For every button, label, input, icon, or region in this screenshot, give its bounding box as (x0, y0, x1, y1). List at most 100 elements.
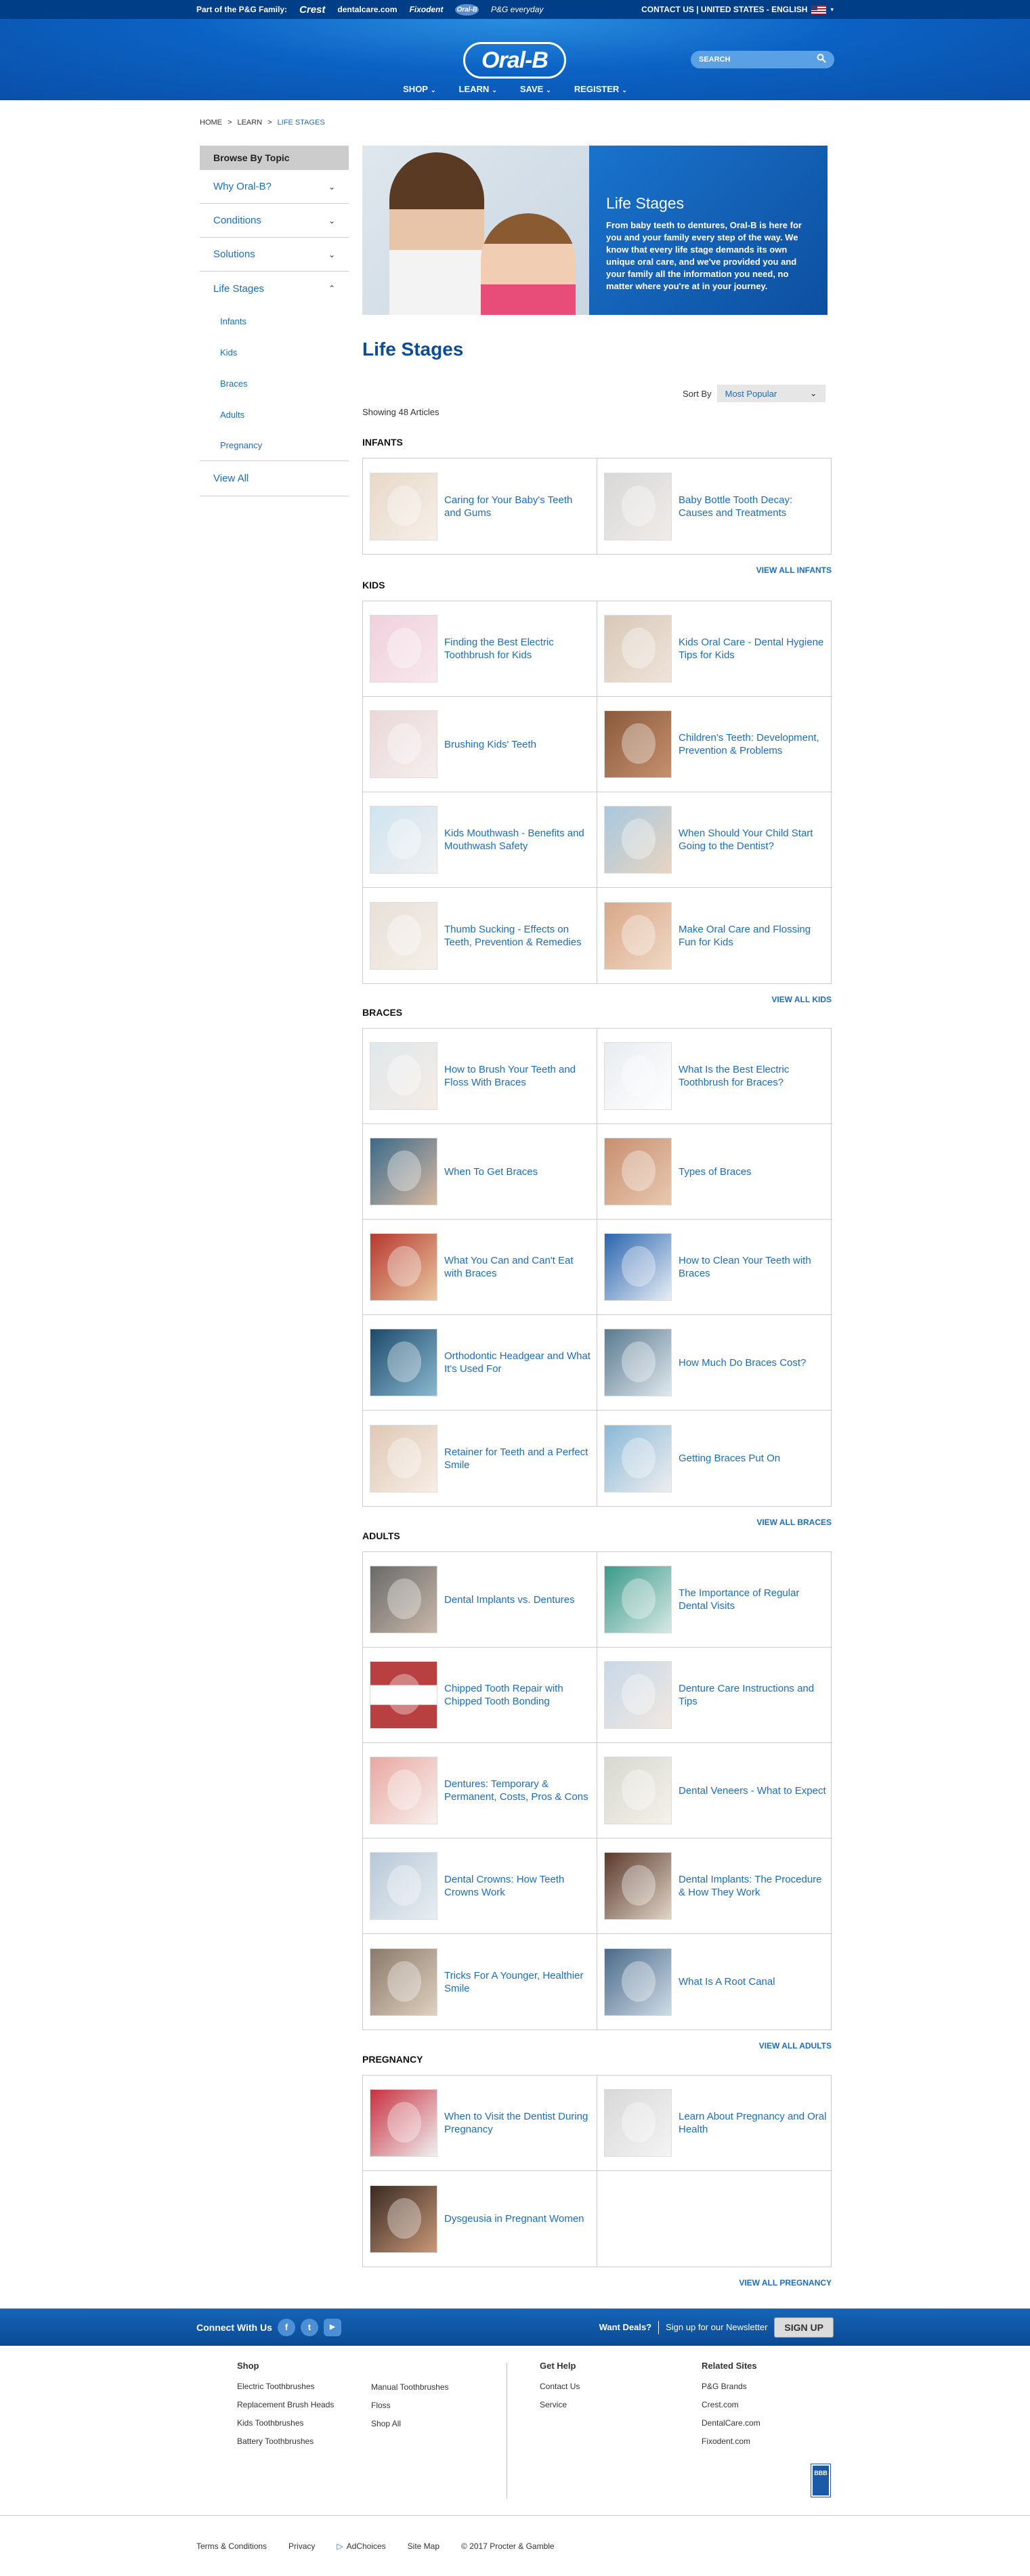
article-title[interactable]: Learn About Pregnancy and Oral Health (679, 2110, 832, 2136)
article-card[interactable]: Dental Implants vs. Dentures (363, 1552, 597, 1648)
article-title[interactable]: Dentures: Temporary & Permanent, Costs, … (444, 1778, 597, 1803)
article-title[interactable]: Orthodontic Headgear and What It's Used … (444, 1350, 597, 1375)
footer-link[interactable]: Electric Toothbrushes (237, 2382, 334, 2391)
sidebar-item-conditions[interactable]: Conditions ⌄ (200, 204, 349, 238)
sidebar-view-all[interactable]: View All (200, 461, 349, 496)
article-title[interactable]: Finding the Best Electric Toothbrush for… (444, 636, 597, 662)
brand-dentalcare-link[interactable]: dentalcare.com (337, 5, 397, 14)
terms-link[interactable]: Terms & Conditions (196, 2541, 267, 2551)
article-card[interactable]: Chipped Tooth Repair with Chipped Tooth … (363, 1648, 597, 1743)
brand-pgeveryday-link[interactable]: P&G everyday (491, 5, 543, 14)
footer-link[interactable]: Replacement Brush Heads (237, 2400, 334, 2409)
article-title[interactable]: When Should Your Child Start Going to th… (679, 827, 832, 853)
article-title[interactable]: Denture Care Instructions and Tips (679, 1682, 832, 1708)
oral-b-logo[interactable]: Oral-B (463, 42, 566, 79)
nav-register[interactable]: REGISTER ⌄ (574, 84, 627, 94)
article-title[interactable]: How Much Do Braces Cost? (679, 1356, 811, 1369)
youtube-icon[interactable]: ▶ (323, 2318, 341, 2336)
article-card[interactable]: Dysgeusia in Pregnant Women (363, 2171, 597, 2267)
footer-link[interactable]: Service (540, 2400, 580, 2409)
breadcrumb-learn[interactable]: LEARN (237, 119, 262, 127)
sidebar-item-life-stages[interactable]: Life Stages ⌃ (200, 272, 349, 305)
facebook-icon[interactable]: f (277, 2318, 295, 2336)
view-all-infants-link[interactable]: VIEW ALL INFANTS (362, 565, 832, 575)
article-title[interactable]: Types of Braces (679, 1165, 757, 1178)
article-card[interactable]: What You Can and Can't Eat with Braces (363, 1220, 597, 1315)
sidebar-item-why-oral-b[interactable]: Why Oral-B? ⌄ (200, 170, 349, 204)
view-all-kids-link[interactable]: VIEW ALL KIDS (362, 995, 832, 1004)
sitemap-link[interactable]: Site Map (408, 2541, 439, 2551)
footer-link[interactable]: P&G Brands (702, 2382, 760, 2391)
article-title[interactable]: Kids Oral Care - Dental Hygiene Tips for… (679, 636, 832, 662)
article-title[interactable]: Caring for Your Baby's Teeth and Gums (444, 494, 597, 519)
sidebar-sub-infants[interactable]: Infants (200, 305, 349, 337)
article-card[interactable]: What Is the Best Electric Toothbrush for… (597, 1029, 832, 1124)
article-card[interactable]: Learn About Pregnancy and Oral Health (597, 2076, 832, 2171)
search-icon[interactable] (817, 53, 826, 66)
article-card[interactable]: Denture Care Instructions and Tips (597, 1648, 832, 1743)
sidebar-sub-braces[interactable]: Braces (200, 368, 349, 399)
brand-crest-link[interactable]: Crest (299, 4, 325, 16)
article-title[interactable]: Make Oral Care and Flossing Fun for Kids (679, 923, 832, 949)
article-card[interactable]: Children's Teeth: Development, Preventio… (597, 697, 832, 792)
article-card[interactable]: When To Get Braces (363, 1124, 597, 1220)
article-card[interactable]: Dental Veneers - What to Expect (597, 1743, 832, 1839)
article-card[interactable]: Kids Oral Care - Dental Hygiene Tips for… (597, 601, 832, 697)
article-card[interactable]: Finding the Best Electric Toothbrush for… (363, 601, 597, 697)
article-card[interactable]: Thumb Sucking - Effects on Teeth, Preven… (363, 888, 597, 983)
twitter-icon[interactable]: t (300, 2318, 318, 2336)
article-card[interactable]: When to Visit the Dentist During Pregnan… (363, 2076, 597, 2171)
chevron-down-icon[interactable]: ▾ (830, 6, 834, 14)
sidebar-sub-kids[interactable]: Kids (200, 337, 349, 368)
brand-fixodent-link[interactable]: Fixodent (409, 5, 443, 14)
adchoices-link[interactable]: ▷ AdChoices (337, 2541, 385, 2551)
article-card[interactable]: Dental Implants: The Procedure & How The… (597, 1839, 832, 1934)
article-title[interactable]: Kids Mouthwash - Benefits and Mouthwash … (444, 827, 597, 853)
view-all-pregnancy-link[interactable]: VIEW ALL PREGNANCY (362, 2278, 832, 2288)
footer-link[interactable]: Floss (371, 2401, 449, 2410)
article-card[interactable]: Kids Mouthwash - Benefits and Mouthwash … (363, 792, 597, 888)
article-title[interactable]: Dental Veneers - What to Expect (679, 1784, 832, 1797)
sidebar-item-solutions[interactable]: Solutions ⌄ (200, 238, 349, 272)
article-card[interactable]: Orthodontic Headgear and What It's Used … (363, 1315, 597, 1411)
brand-oralb-link[interactable]: Oral-B (455, 3, 479, 16)
article-title[interactable]: Brushing Kids' Teeth (444, 738, 542, 751)
article-title[interactable]: Chipped Tooth Repair with Chipped Tooth … (444, 1682, 597, 1708)
article-title[interactable]: When to Visit the Dentist During Pregnan… (444, 2110, 597, 2136)
footer-link[interactable]: Manual Toothbrushes (371, 2382, 449, 2392)
contact-locale-link[interactable]: CONTACT US | UNITED STATES - ENGLISH (641, 5, 807, 14)
article-title[interactable]: Tricks For A Younger, Healthier Smile (444, 1969, 597, 1995)
article-card[interactable]: Retainer for Teeth and a Perfect Smile (363, 1411, 597, 1506)
article-title[interactable]: How to Brush Your Teeth and Floss With B… (444, 1063, 597, 1089)
article-card[interactable]: Dental Crowns: How Teeth Crowns Work (363, 1839, 597, 1934)
nav-learn[interactable]: LEARN ⌄ (459, 84, 497, 94)
article-title[interactable]: What Is A Root Canal (679, 1975, 781, 1988)
article-title[interactable]: Children's Teeth: Development, Preventio… (679, 731, 832, 757)
article-title[interactable]: Baby Bottle Tooth Decay: Causes and Trea… (679, 494, 832, 519)
article-title[interactable]: Thumb Sucking - Effects on Teeth, Preven… (444, 923, 597, 949)
article-card[interactable]: When Should Your Child Start Going to th… (597, 792, 832, 888)
article-card[interactable]: Dentures: Temporary & Permanent, Costs, … (363, 1743, 597, 1839)
article-card[interactable]: Getting Braces Put On (597, 1411, 832, 1506)
article-title[interactable]: Dental Implants vs. Dentures (444, 1593, 580, 1606)
nav-save[interactable]: SAVE ⌄ (520, 84, 551, 94)
article-title[interactable]: What You Can and Can't Eat with Braces (444, 1254, 597, 1280)
footer-link[interactable]: Kids Toothbrushes (237, 2418, 334, 2428)
article-title[interactable]: Dental Crowns: How Teeth Crowns Work (444, 1873, 597, 1899)
article-card[interactable]: How to Clean Your Teeth with Braces (597, 1220, 832, 1315)
article-title[interactable]: When To Get Braces (444, 1165, 543, 1178)
article-title[interactable]: The Importance of Regular Dental Visits (679, 1587, 832, 1612)
article-title[interactable]: Retainer for Teeth and a Perfect Smile (444, 1446, 597, 1472)
footer-link[interactable]: Crest.com (702, 2400, 760, 2409)
footer-link[interactable]: DentalCare.com (702, 2418, 760, 2428)
article-title[interactable]: Dysgeusia in Pregnant Women (444, 2212, 590, 2225)
breadcrumb-home[interactable]: HOME (200, 119, 222, 127)
sign-up-button[interactable]: SIGN UP (774, 2317, 834, 2338)
article-title[interactable]: Dental Implants: The Procedure & How The… (679, 1873, 832, 1899)
footer-link[interactable]: Battery Toothbrushes (237, 2437, 334, 2446)
article-title[interactable]: Getting Braces Put On (679, 1452, 786, 1465)
article-card[interactable]: How to Brush Your Teeth and Floss With B… (363, 1029, 597, 1124)
privacy-link[interactable]: Privacy (288, 2541, 315, 2551)
article-card[interactable]: Types of Braces (597, 1124, 832, 1220)
article-card[interactable]: Brushing Kids' Teeth (363, 697, 597, 792)
